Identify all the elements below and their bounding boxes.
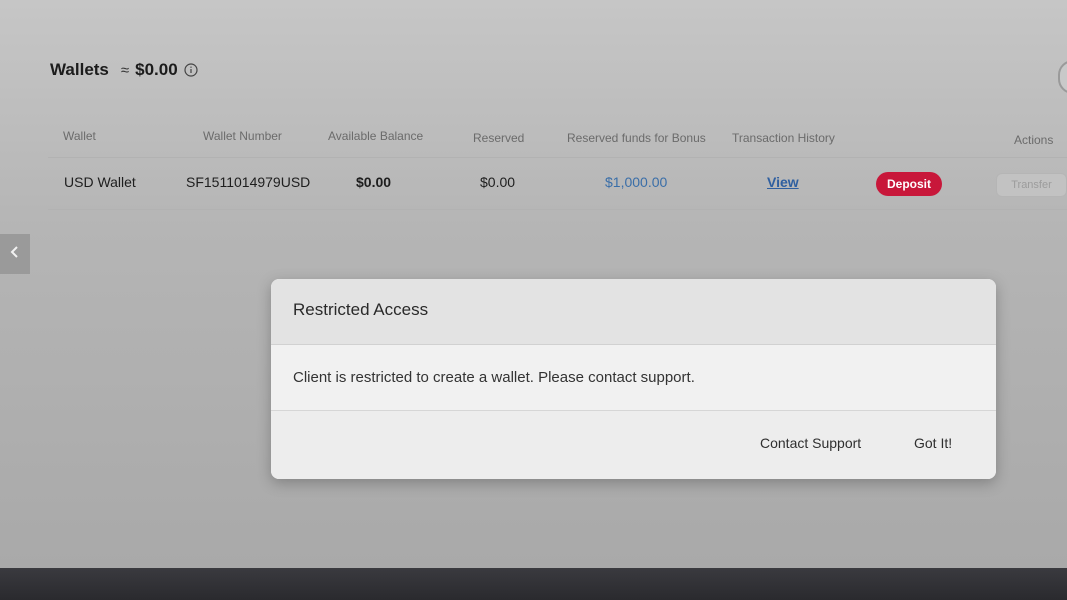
table-row: USD Wallet SF1511014979USD $0.00 $0.00 $… (48, 158, 1067, 210)
column-header-wallet-number: Wallet Number (203, 129, 282, 143)
modal-message: Client is restricted to create a wallet.… (293, 369, 695, 386)
restricted-access-modal: Restricted Access Client is restricted t… (271, 279, 996, 479)
reserved-bonus-amount: $1,000.00 (605, 174, 668, 190)
modal-title: Restricted Access (293, 300, 429, 319)
view-history-link[interactable]: View (767, 174, 799, 190)
page-title: Wallets (50, 60, 109, 79)
column-header-transaction-history: Transaction History (732, 131, 835, 145)
wallet-number: SF1511014979USD (186, 174, 311, 190)
modal-body: Client is restricted to create a wallet.… (271, 345, 996, 411)
transfer-button[interactable]: Transfer (996, 173, 1067, 197)
column-header-available-balance: Available Balance (328, 129, 424, 143)
chevron-left-icon (10, 245, 20, 264)
column-header-reserved: Reserved (473, 131, 525, 145)
reserved-amount: $0.00 (480, 174, 516, 190)
header-action-button[interactable] (1058, 60, 1067, 94)
approx-symbol: ≈ (120, 61, 130, 79)
got-it-button[interactable]: Got It! (914, 435, 952, 451)
modal-header: Restricted Access (271, 279, 996, 345)
deposit-button[interactable]: Deposit (876, 172, 942, 196)
contact-support-button[interactable]: Contact Support (760, 435, 861, 451)
modal-footer: Contact Support Got It! (271, 411, 996, 479)
total-balance: $0.00 (135, 60, 178, 79)
monitor-bezel (0, 568, 1067, 600)
sidebar-toggle[interactable] (0, 234, 30, 274)
column-header-wallet: Wallet (63, 129, 96, 143)
available-balance: $0.00 (356, 174, 392, 190)
screen: Wallets ≈ $0.00 Wallet Wallet Number Ava… (0, 0, 1067, 568)
info-icon[interactable] (184, 63, 198, 77)
page-header: Wallets ≈ $0.00 (50, 60, 198, 80)
wallet-name: USD Wallet (64, 174, 136, 190)
wallets-table: Wallet Wallet Number Available Balance R… (48, 118, 1067, 210)
table-header: Wallet Wallet Number Available Balance R… (48, 118, 1067, 158)
column-header-reserved-bonus: Reserved funds for Bonus (567, 131, 706, 145)
column-header-actions: Actions (1014, 133, 1054, 147)
